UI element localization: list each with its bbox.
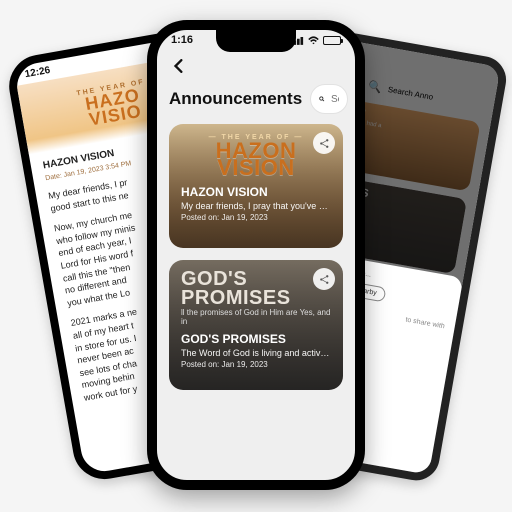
- card-graphic-title: GOD'S PROMISES: [181, 270, 331, 308]
- status-time: 1:16: [171, 34, 193, 46]
- status-time: 12:26: [24, 65, 51, 80]
- wifi-icon: [307, 36, 320, 45]
- back-button[interactable]: [169, 56, 189, 76]
- share-button[interactable]: [313, 268, 335, 290]
- share-button[interactable]: [313, 132, 335, 154]
- status-indicators: [290, 36, 341, 45]
- share-icon: [319, 138, 330, 149]
- search-input[interactable]: [331, 94, 339, 105]
- card-graphic-line2: VISION: [181, 158, 331, 179]
- iphone-notch: [216, 30, 296, 52]
- announcement-card-hazon[interactable]: — THE YEAR OF — HAZON VISION HAZON VISIO…: [169, 124, 343, 248]
- card-verse: ll the promises of God in Him are Yes, a…: [181, 308, 331, 326]
- card-subtitle: My dear friends, I pray that you've had …: [181, 201, 331, 211]
- search-icon: [319, 92, 325, 106]
- hero-title-graphic: THE YEAR OF HAZO VISIO: [76, 79, 151, 129]
- card-subtitle: The Word of God is living and active. If…: [181, 348, 331, 358]
- announcement-card-promises[interactable]: GOD'S PROMISES ll the promises of God in…: [169, 260, 343, 390]
- card-date: Posted on: Jan 19, 2023: [181, 360, 331, 369]
- card-title: GOD'S PROMISES: [181, 332, 331, 346]
- card-date: Posted on: Jan 19, 2023: [181, 213, 331, 222]
- title-search-row: Announcements: [157, 84, 355, 124]
- phone-center-announcements: 1:16 Announcements — THE YEAR OF — HAZON…: [147, 20, 365, 490]
- share-icon: [319, 274, 330, 285]
- page-title: Announcements: [169, 89, 302, 109]
- search-field[interactable]: [310, 84, 348, 114]
- chevron-left-icon: [172, 59, 186, 73]
- card-title: HAZON VISION: [181, 185, 331, 199]
- battery-icon: [323, 36, 341, 45]
